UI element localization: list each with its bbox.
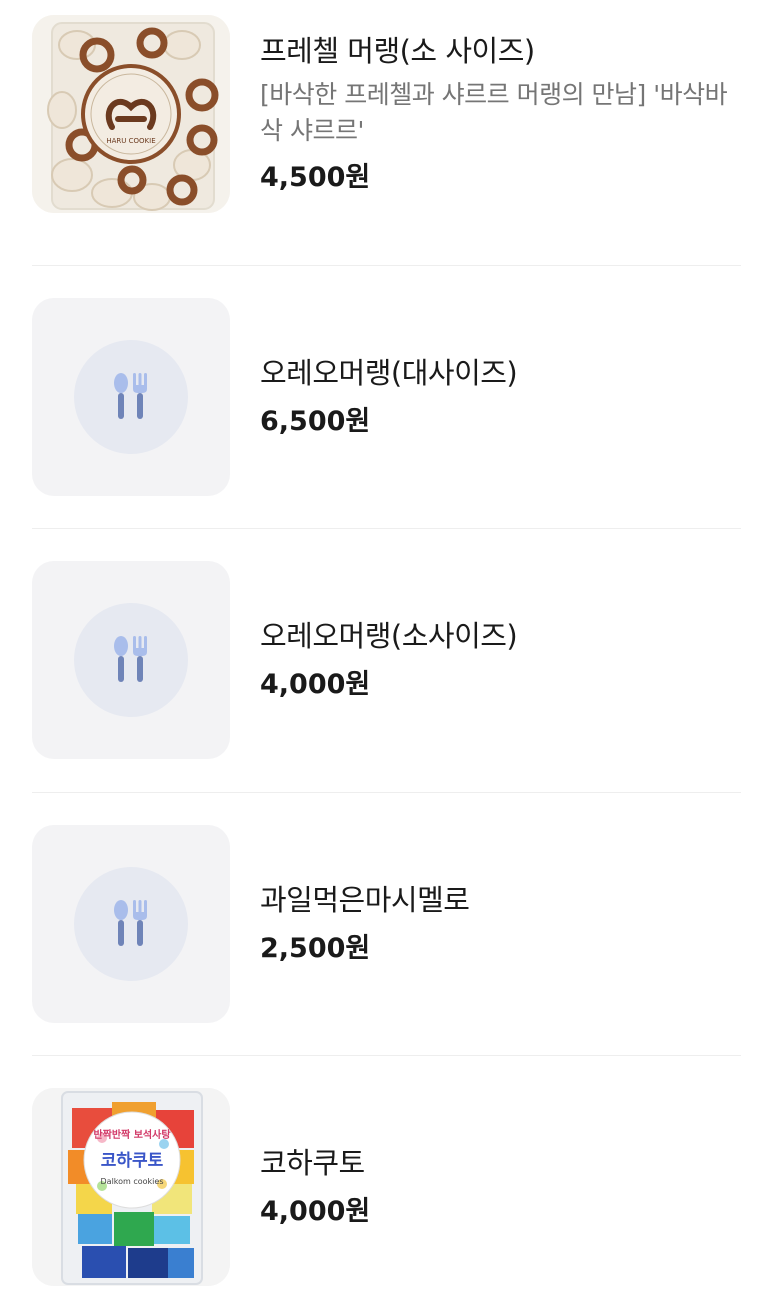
pretzel-brand-label: HARU COOKIE — [106, 137, 155, 145]
item-description: [바삭한 프레첼과 샤르르 머랭의 만남] '바삭바삭 샤르르' — [260, 80, 728, 145]
item-info: 코하쿠토 4,000원 — [260, 1143, 741, 1231]
placeholder-circle — [74, 603, 188, 717]
item-price: 6,500원 — [260, 406, 371, 437]
item-info: 오레오머랭(소사이즈) 4,000원 — [260, 616, 741, 704]
divider — [32, 1055, 741, 1056]
divider — [32, 792, 741, 793]
kohakuto-package-title: 코하쿠토 — [101, 1151, 164, 1171]
placeholder-circle — [74, 340, 188, 454]
placeholder-circle — [74, 867, 188, 981]
menu-item-kohakuto[interactable]: 반짝반짝 보석사탕 코하쿠토 Dalkom cookies 코하쿠토 4,000… — [32, 1088, 741, 1286]
utensils-icon — [114, 636, 147, 682]
menu-item-pretzel-meringue[interactable]: HARU COOKIE 프레첼 머랭(소 사이즈) [바삭한 프레첼과 샤르르 … — [32, 15, 741, 213]
item-info: 프레첼 머랭(소 사이즈) [바삭한 프레첼과 샤르르 머랭의 만남] '바삭바… — [260, 31, 741, 197]
item-price: 4,000원 — [260, 1196, 371, 1227]
item-price: 2,500원 — [260, 933, 371, 964]
item-name: 프레첼 머랭(소 사이즈) — [260, 34, 535, 68]
item-name: 코하쿠토 — [260, 1146, 365, 1180]
kohakuto-package-label: 반짝반짝 보석사탕 — [93, 1128, 171, 1141]
utensils-icon — [114, 900, 147, 946]
pretzel-meringue-photo: HARU COOKIE — [32, 15, 230, 213]
item-name: 오레오머랭(대사이즈) — [260, 356, 518, 390]
item-name: 오레오머랭(소사이즈) — [260, 619, 518, 653]
utensils-icon — [114, 373, 147, 419]
image-placeholder — [32, 298, 230, 496]
menu-item-fruit-marshmallow[interactable]: 과일먹은마시멜로 2,500원 — [32, 825, 741, 1023]
item-price: 4,500원 — [260, 162, 371, 193]
item-info: 오레오머랭(대사이즈) 6,500원 — [260, 353, 741, 441]
divider — [32, 528, 741, 529]
menu-list: HARU COOKIE 프레첼 머랭(소 사이즈) [바삭한 프레첼과 샤르르 … — [0, 0, 773, 1310]
image-placeholder — [32, 561, 230, 759]
image-placeholder — [32, 825, 230, 1023]
menu-item-oreo-meringue-small[interactable]: 오레오머랭(소사이즈) 4,000원 — [32, 561, 741, 759]
divider — [32, 265, 741, 266]
item-name: 과일먹은마시멜로 — [260, 883, 470, 917]
kohakuto-package-sub: Dalkom cookies — [101, 1177, 164, 1186]
kohakuto-photo: 반짝반짝 보석사탕 코하쿠토 Dalkom cookies — [32, 1088, 230, 1286]
item-price: 4,000원 — [260, 669, 371, 700]
menu-item-oreo-meringue-large[interactable]: 오레오머랭(대사이즈) 6,500원 — [32, 298, 741, 496]
item-info: 과일먹은마시멜로 2,500원 — [260, 880, 741, 968]
